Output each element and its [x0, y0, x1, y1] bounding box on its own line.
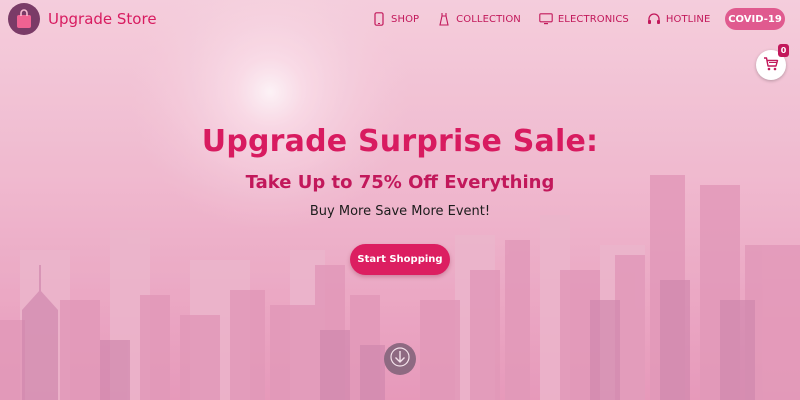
hero-title: Upgrade Surprise Sale:	[201, 124, 599, 159]
cart-icon	[763, 56, 779, 75]
phone-icon	[372, 12, 386, 26]
dress-icon	[437, 12, 451, 26]
hero-tagline: Buy More Save More Event!	[309, 204, 491, 219]
main-nav: SHOP COLLECTION ELECTRONICS HOTLINE	[372, 10, 710, 28]
nav-item-shop[interactable]: SHOP	[372, 12, 419, 26]
hero-subtitle: Take Up to 75% Off Everything	[245, 172, 555, 193]
arrow-down-icon	[390, 347, 410, 371]
nav-item-collection[interactable]: COLLECTION	[437, 12, 521, 26]
headset-icon	[647, 12, 661, 26]
covid-19-button[interactable]: COVID-19	[725, 8, 785, 30]
nav-label: HOTLINE	[665, 13, 711, 25]
brand[interactable]: Upgrade Store	[8, 3, 157, 35]
hero-background	[0, 0, 800, 400]
start-shopping-button[interactable]: Start Shopping	[350, 244, 450, 275]
brand-name: Upgrade Store	[48, 10, 157, 28]
nav-item-electronics[interactable]: ELECTRONICS	[539, 12, 629, 26]
nav-label: COLLECTION	[456, 13, 521, 25]
nav-label: SHOP	[391, 13, 420, 25]
monitor-icon	[539, 12, 553, 26]
nav-item-hotline[interactable]: HOTLINE	[647, 12, 711, 26]
cart-count-badge: 0	[778, 44, 789, 57]
shopping-bag-icon	[8, 3, 40, 35]
scroll-down-button[interactable]	[384, 343, 416, 375]
nav-label: ELECTRONICS	[557, 13, 629, 25]
